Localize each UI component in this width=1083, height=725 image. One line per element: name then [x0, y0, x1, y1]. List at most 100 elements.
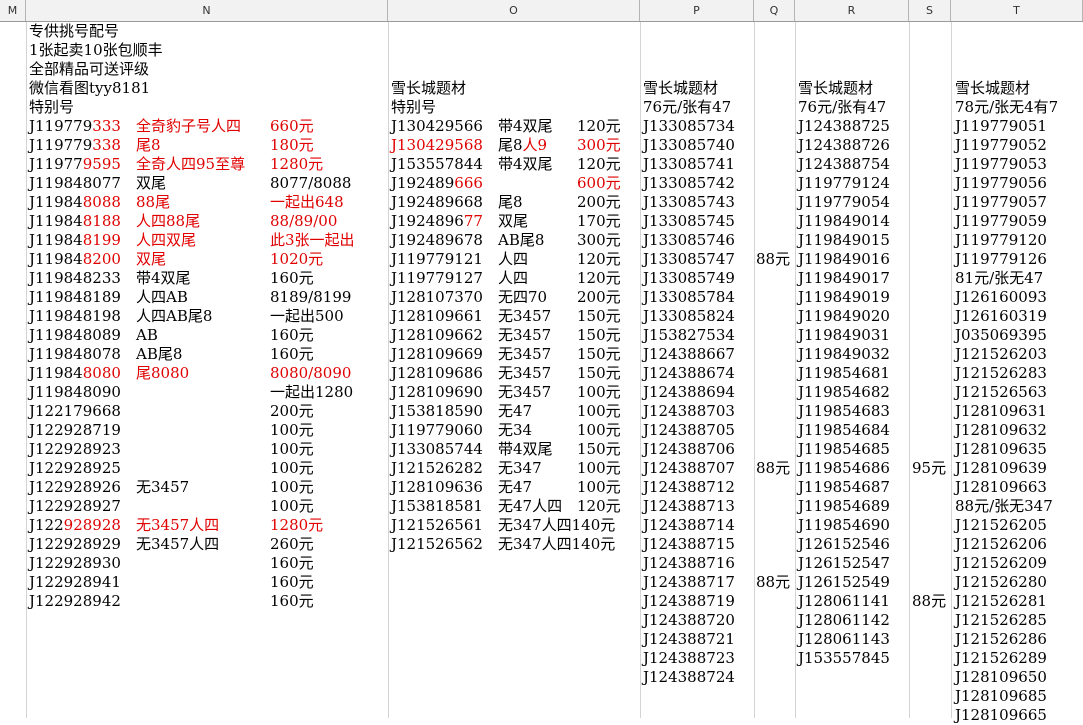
cell-o-serial: J128109669	[391, 345, 483, 363]
spreadsheet-grid[interactable]: 专供挑号配号 1张起卖10张包顺丰 全部精品可送评级 微信看图tyy8181 特别号 J1…	[0, 22, 1083, 724]
cell-p: J133085745	[643, 212, 735, 230]
cell-n-serial: J119779338	[29, 136, 121, 154]
cell-n-price: 100元	[270, 459, 314, 477]
column-header-o[interactable]: O	[388, 0, 640, 21]
cell-r: J119849031	[798, 326, 890, 344]
cell-n-serial: 微信看图tyy8181	[29, 79, 151, 97]
cell-r: J119849020	[798, 307, 890, 325]
cell-t: J128109635	[955, 440, 1047, 458]
cell-p: J133085784	[643, 288, 735, 306]
cell-n-note: 人四双尾	[136, 231, 197, 249]
cell-p: J133085742	[643, 174, 735, 192]
cell-p: J124388716	[643, 554, 735, 572]
cell-t: J126160319	[955, 307, 1047, 325]
cell-r: J126152547	[798, 554, 890, 572]
cell-r: J119854690	[798, 516, 890, 534]
cell-p: J124388667	[643, 345, 735, 363]
cell-n-price: 一起出648	[270, 193, 344, 211]
cell-n-price: 一起出500	[270, 307, 344, 325]
cell-o-note: 人四	[498, 250, 529, 268]
cell-o-serial: J121526562	[391, 535, 483, 553]
cell-r: J124388754	[798, 155, 890, 173]
cell-o-serial: J128109690	[391, 383, 483, 401]
cell-n-serial: J119848090	[29, 383, 121, 401]
cell-n-price: 1020元	[270, 250, 324, 268]
cell-n-price: 100元	[270, 421, 314, 439]
cell-r: J119854685	[798, 440, 890, 458]
cell-p: J133085824	[643, 307, 735, 325]
cell-o-price: 600元	[577, 174, 621, 192]
column-header-p[interactable]: P	[640, 0, 754, 21]
cell-t: J126160093	[955, 288, 1047, 306]
column-header-s[interactable]: S	[909, 0, 951, 21]
cell-o-note: 无3457	[498, 383, 552, 401]
cell-o-serial: J121526282	[391, 459, 483, 477]
column-divider	[909, 22, 910, 718]
cell-o-note: 无47	[498, 478, 533, 496]
cell-t: J121526281	[955, 592, 1047, 610]
cell-p: J124388724	[643, 668, 735, 686]
cell-s: 88元	[912, 592, 947, 610]
cell-o-note: 无34	[498, 421, 533, 439]
cell-r: J119849032	[798, 345, 890, 363]
cell-p: J124388715	[643, 535, 735, 553]
cell-p: J124388694	[643, 383, 735, 401]
cell-n-note: 无3457	[136, 478, 190, 496]
cell-n-note: 全奇人四95至尊	[136, 155, 246, 173]
cell-p: J124388713	[643, 497, 735, 515]
cell-o-serial: J119779127	[391, 269, 483, 287]
cell-n-serial: J119848088	[29, 193, 121, 211]
cell-o-serial: J130429568	[391, 136, 483, 154]
cell-o-price: 300元	[577, 136, 621, 154]
column-header-r[interactable]: R	[795, 0, 909, 21]
cell-o-price: 100元	[577, 402, 621, 420]
cell-n-note: 人四88尾	[136, 212, 201, 230]
cell-n-serial: J119848078	[29, 345, 121, 363]
cell-r: J126152546	[798, 535, 890, 553]
cell-o-price: 300元	[577, 231, 621, 249]
cell-n-serial: J122928941	[29, 573, 121, 591]
cell-o-price: 120元	[577, 497, 621, 515]
cell-t: J121526280	[955, 573, 1047, 591]
cell-t: J119779057	[955, 193, 1047, 211]
cell-t: J121526205	[955, 516, 1047, 534]
cell-o-price: 100元	[577, 478, 621, 496]
cell-r: J119854686	[798, 459, 890, 477]
cell-t: J128109632	[955, 421, 1047, 439]
cell-n-note: 人四AB	[136, 288, 188, 306]
column-header-m[interactable]: M	[0, 0, 26, 21]
cell-n-serial: J122928925	[29, 459, 121, 477]
cell-p: J124388721	[643, 630, 735, 648]
cell-t: J119779052	[955, 136, 1047, 154]
cell-q: 88元	[756, 573, 791, 591]
cell-o-price: 100元	[577, 383, 621, 401]
cell-n-price: 88/89/00	[270, 212, 338, 230]
cell-n-serial: J122928719	[29, 421, 121, 439]
cell-p: J133085746	[643, 231, 735, 249]
cell-t: J035069395	[955, 326, 1047, 344]
cell-o-serial: J192489666	[391, 174, 483, 192]
cell-o-note: 无347	[498, 459, 542, 477]
cell-r: J128061142	[798, 611, 890, 629]
cell-n-note: AB	[136, 326, 158, 344]
cell-n-price: 160元	[270, 592, 314, 610]
column-header-q[interactable]: Q	[754, 0, 795, 21]
cell-p: J124388717	[643, 573, 735, 591]
cell-p: J124388712	[643, 478, 735, 496]
cell-n-note: 无3457人四	[136, 516, 220, 534]
cell-r: J119854681	[798, 364, 890, 382]
cell-t: J119779053	[955, 155, 1047, 173]
cell-n-serial: 特别号	[29, 98, 75, 116]
cell-t: J121526283	[955, 364, 1047, 382]
cell-o-note: 带4双尾	[498, 117, 553, 135]
cell-p: J124388707	[643, 459, 735, 477]
column-header-t[interactable]: T	[951, 0, 1083, 21]
cell-o-price: 120元	[577, 250, 621, 268]
cell-p: J133085749	[643, 269, 735, 287]
cell-n-serial: 专供挑号配号	[29, 22, 120, 40]
cell-p: J124388723	[643, 649, 735, 667]
cell-r: J119854683	[798, 402, 890, 420]
cell-o-serial: 特别号	[391, 98, 437, 116]
cell-o-note: 带4双尾	[498, 440, 553, 458]
column-header-n[interactable]: N	[26, 0, 388, 21]
